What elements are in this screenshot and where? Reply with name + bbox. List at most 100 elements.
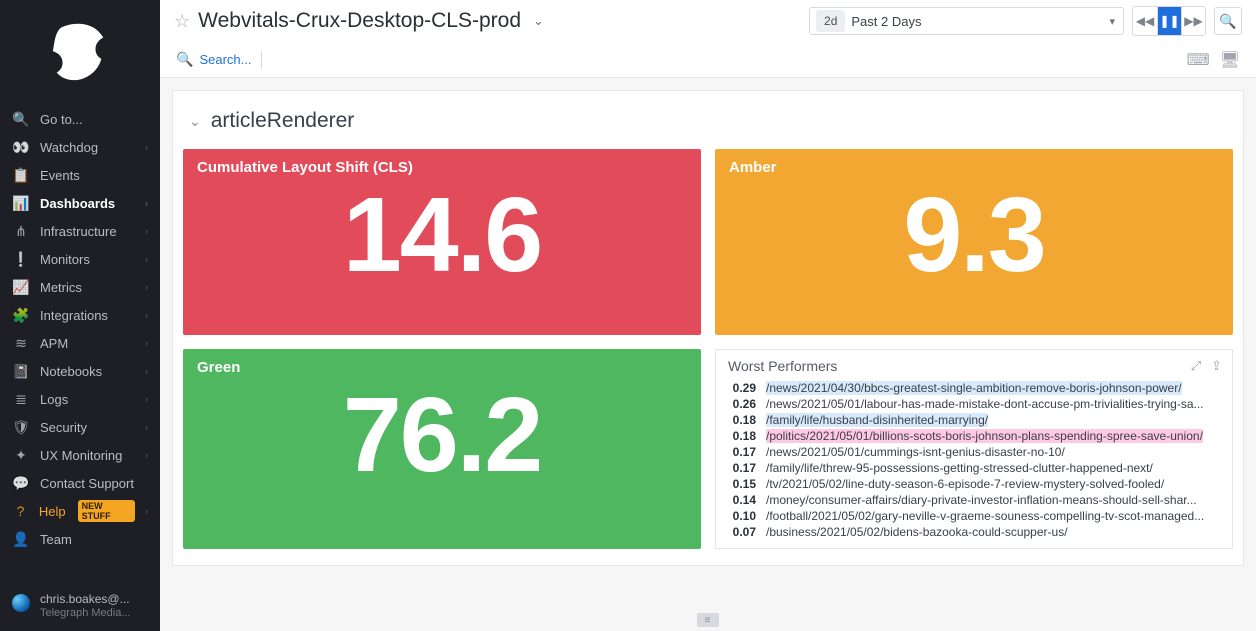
chevron-right-icon: › bbox=[145, 506, 148, 516]
sidebar-item-logs[interactable]: ≣Logs› bbox=[0, 385, 160, 413]
nav-icon: ? bbox=[12, 503, 29, 519]
time-range-picker[interactable]: 2d Past 2 Days ▾ bbox=[809, 7, 1124, 35]
sidebar-item-apm[interactable]: ≋APM› bbox=[0, 329, 160, 357]
chevron-right-icon: › bbox=[145, 450, 148, 460]
table-row[interactable]: 0.29/news/2021/04/30/bbcs-greatest-singl… bbox=[726, 380, 1222, 396]
sidebar-item-metrics[interactable]: 📈Metrics› bbox=[0, 273, 160, 301]
row-value: 0.18 bbox=[726, 413, 756, 427]
nav-label: Notebooks bbox=[40, 364, 135, 379]
nav-label: Watchdog bbox=[40, 140, 135, 155]
nav-user-block[interactable]: chris.boakes@... Telegraph Media... bbox=[0, 586, 160, 631]
row-value: 0.18 bbox=[726, 429, 756, 443]
sidebar-item-notebooks[interactable]: 📓Notebooks› bbox=[0, 357, 160, 385]
datadog-logo-icon bbox=[49, 22, 111, 84]
step-back-button[interactable]: ◀◀ bbox=[1133, 7, 1157, 35]
table-row[interactable]: 0.18/family/life/husband-disinherited-ma… bbox=[726, 412, 1222, 428]
sidebar-item-events[interactable]: 📋Events bbox=[0, 161, 160, 189]
nav-label: APM bbox=[40, 336, 135, 351]
table-row[interactable]: 0.10/football/2021/05/02/gary-neville-v-… bbox=[726, 508, 1222, 524]
pause-button[interactable]: ❚❚ bbox=[1157, 7, 1181, 35]
sidebar-item-contact-support[interactable]: 💬Contact Support bbox=[0, 469, 160, 497]
sidebar-item-go-to[interactable]: 🔍Go to... bbox=[0, 105, 160, 133]
nav-label: Help bbox=[39, 504, 66, 519]
chevron-right-icon: › bbox=[145, 226, 148, 236]
tile-title: Cumulative Layout Shift (CLS) bbox=[197, 159, 687, 176]
row-path: /news/2021/05/01/cummings-isnt-genius-di… bbox=[766, 445, 1065, 459]
new-badge: NEW STUFF bbox=[78, 500, 135, 522]
step-forward-button[interactable]: ▶▶ bbox=[1181, 7, 1205, 35]
favorite-star-icon[interactable]: ☆ bbox=[174, 11, 190, 32]
tile-green[interactable]: Green 76.2 bbox=[183, 349, 701, 549]
nav-icon: 📓 bbox=[12, 363, 30, 380]
row-value: 0.10 bbox=[726, 509, 756, 523]
sidebar-item-security[interactable]: 🛡Security› bbox=[0, 413, 160, 441]
inline-search[interactable]: 🔍 Search... bbox=[176, 51, 251, 68]
sidebar-item-ux-monitoring[interactable]: ✦UX Monitoring› bbox=[0, 441, 160, 469]
sidebar-item-monitors[interactable]: ❕Monitors› bbox=[0, 245, 160, 273]
tile-value: 76.2 bbox=[197, 382, 687, 488]
table-row[interactable]: 0.17/family/life/threw-95-possessions-ge… bbox=[726, 460, 1222, 476]
title-dropdown-icon[interactable]: ⌄ bbox=[533, 13, 544, 29]
sidebar-item-watchdog[interactable]: 👀Watchdog› bbox=[0, 133, 160, 161]
sidebar-item-help[interactable]: ? Help NEW STUFF › bbox=[0, 497, 160, 525]
tile-amber[interactable]: Amber 9.3 bbox=[715, 149, 1233, 335]
row-path: /news/2021/04/30/bbcs-greatest-single-am… bbox=[766, 381, 1182, 395]
chevron-right-icon: › bbox=[145, 394, 148, 404]
sidebar-item-infrastructure[interactable]: ⋔Infrastructure› bbox=[0, 217, 160, 245]
nav-icon: 🛡 bbox=[12, 419, 30, 436]
chevron-right-icon: › bbox=[145, 254, 148, 264]
sidebar-item-team[interactable]: 👤Team bbox=[0, 525, 160, 553]
nav-label: Contact Support bbox=[40, 476, 148, 491]
expand-icon[interactable]: ⤢ bbox=[1191, 358, 1201, 374]
row-path: /football/2021/05/02/gary-neville-v-grae… bbox=[766, 509, 1204, 523]
brand-logo[interactable] bbox=[0, 0, 160, 105]
section-header[interactable]: ⌄ articleRenderer bbox=[183, 101, 1233, 149]
divider bbox=[261, 51, 262, 69]
table-row[interactable]: 0.17/news/2021/05/01/cummings-isnt-geniu… bbox=[726, 444, 1222, 460]
nav-label: Security bbox=[40, 420, 135, 435]
fullscreen-icon[interactable]: 🖥 bbox=[1220, 50, 1240, 70]
nav-list: 🔍Go to...👀Watchdog›📋Events📊Dashboards›⋔I… bbox=[0, 105, 160, 586]
search-button[interactable]: 🔍 bbox=[1214, 7, 1242, 35]
row-path: /news/2021/05/01/labour-has-made-mistake… bbox=[766, 397, 1204, 411]
nav-label: Monitors bbox=[40, 252, 135, 267]
drag-handle-icon[interactable]: ≡ bbox=[697, 613, 719, 627]
export-icon[interactable]: ⇪ bbox=[1211, 358, 1222, 374]
tile-value: 9.3 bbox=[729, 182, 1219, 288]
main-column: ☆ Webvitals-Crux-Desktop-CLS-prod ⌄ 2d P… bbox=[160, 0, 1256, 631]
table-row[interactable]: 0.07/business/2021/05/02/bidens-bazooka-… bbox=[726, 524, 1222, 540]
user-org: Telegraph Media... bbox=[40, 607, 131, 621]
tile-value: 14.6 bbox=[197, 182, 687, 288]
section-title: articleRenderer bbox=[211, 109, 355, 133]
table-row[interactable]: 0.14/money/consumer-affairs/diary-privat… bbox=[726, 492, 1222, 508]
tile-cls[interactable]: Cumulative Layout Shift (CLS) 14.6 bbox=[183, 149, 701, 335]
table-row[interactable]: 0.18/politics/2021/05/01/billions-scots-… bbox=[726, 428, 1222, 444]
table-row[interactable]: 0.15/tv/2021/05/02/line-duty-season-6-ep… bbox=[726, 476, 1222, 492]
nav-icon: ≣ bbox=[12, 391, 30, 408]
nav-icon: ⋔ bbox=[12, 223, 30, 240]
chevron-down-icon: ⌄ bbox=[189, 113, 201, 130]
time-range-chip: 2d bbox=[816, 10, 845, 32]
top-bar: ☆ Webvitals-Crux-Desktop-CLS-prod ⌄ 2d P… bbox=[160, 0, 1256, 42]
app-sidebar: 🔍Go to...👀Watchdog›📋Events📊Dashboards›⋔I… bbox=[0, 0, 160, 631]
table-row[interactable]: 0.26/news/2021/05/01/labour-has-made-mis… bbox=[726, 396, 1222, 412]
sidebar-item-dashboards[interactable]: 📊Dashboards› bbox=[0, 189, 160, 217]
tile-title: Worst Performers bbox=[728, 358, 837, 374]
nav-label: Events bbox=[40, 168, 148, 183]
user-email: chris.boakes@... bbox=[40, 592, 131, 607]
nav-icon: 👤 bbox=[12, 531, 30, 548]
tile-worst-performers[interactable]: Worst Performers ⤢ ⇪ 0.29/news/2021/04/3… bbox=[715, 349, 1233, 549]
time-range-label: Past 2 Days bbox=[851, 14, 1101, 29]
keyboard-icon[interactable]: ⌨ bbox=[1187, 50, 1210, 70]
chevron-down-icon[interactable]: ▾ bbox=[1101, 15, 1123, 28]
tile-title: Amber bbox=[729, 159, 1219, 176]
chevron-right-icon: › bbox=[145, 338, 148, 348]
nav-label: Metrics bbox=[40, 280, 135, 295]
user-avatar-icon bbox=[12, 594, 30, 612]
row-path: /politics/2021/05/01/billions-scots-bori… bbox=[766, 429, 1203, 443]
search-icon: 🔍 bbox=[1219, 13, 1236, 30]
row-value: 0.14 bbox=[726, 493, 756, 507]
row-path: /tv/2021/05/02/line-duty-season-6-episod… bbox=[766, 477, 1164, 491]
sidebar-item-integrations[interactable]: 🧩Integrations› bbox=[0, 301, 160, 329]
row-value: 0.17 bbox=[726, 461, 756, 475]
